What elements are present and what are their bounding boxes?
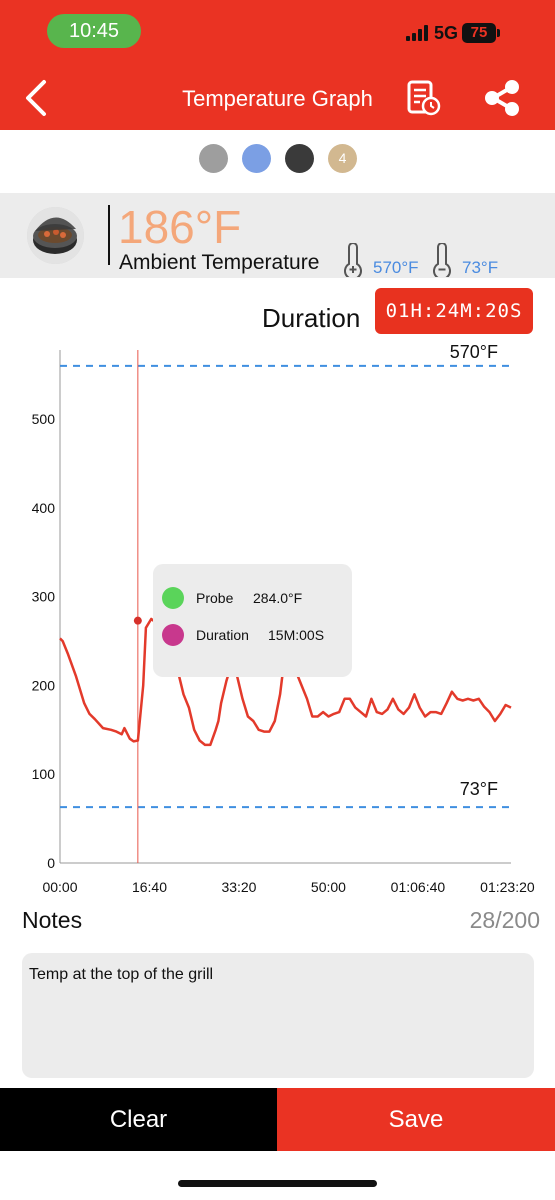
report-clock-icon[interactable] <box>406 80 442 116</box>
thermometer-high-icon <box>344 243 362 277</box>
tooltip-value: 15M:00S <box>268 627 324 643</box>
tooltip-marker <box>162 587 184 609</box>
thermometer-low-icon <box>433 243 451 277</box>
tooltip-label: Probe <box>196 590 234 606</box>
y-tick-label: 200 <box>32 677 56 693</box>
temperature-chart[interactable]: 0 100 200 300 400 500 00:00 16:40 33:20 50:00 01:0… <box>0 340 555 900</box>
high-alarm-value: 570°F <box>373 258 419 277</box>
x-tick-label: 50:00 <box>311 879 346 895</box>
notes-char-count: 28/200 <box>469 907 540 933</box>
x-tick-label: 01:23:20 <box>480 879 535 895</box>
tooltip-label: Duration <box>196 627 249 643</box>
clear-button[interactable]: Clear <box>0 1088 277 1151</box>
grill-icon <box>27 207 84 264</box>
x-tick-label: 01:06:40 <box>391 879 446 895</box>
probe-dot-4[interactable]: 4 <box>328 144 357 173</box>
status-indicators: 5G 75 <box>406 20 501 46</box>
signal-icon <box>406 25 428 41</box>
probe-dot-1[interactable] <box>199 144 228 173</box>
cursor-point <box>133 616 142 625</box>
save-button[interactable]: Save <box>277 1088 555 1151</box>
duration-label: Duration <box>262 303 361 333</box>
share-icon[interactable] <box>483 80 521 116</box>
y-tick-label: 500 <box>32 411 56 427</box>
probe-dot-2[interactable] <box>242 144 271 173</box>
high-alarm-line-label: 570°F <box>450 342 498 362</box>
x-tick-label: 16:40 <box>132 879 167 895</box>
ambient-temperature-label: Ambient Temperature <box>119 251 320 274</box>
y-tick-label: 100 <box>32 766 56 782</box>
network-type: 5G <box>434 22 459 43</box>
probe-selector: 4 <box>199 144 357 173</box>
chart-tooltip <box>153 564 352 677</box>
x-tick-label: 00:00 <box>42 879 77 895</box>
low-alarm-line-label: 73°F <box>460 779 498 799</box>
probe-dot-3[interactable] <box>285 144 314 173</box>
divider <box>108 205 110 265</box>
notes-input[interactable]: Temp at the top of the grill <box>22 953 534 1078</box>
tooltip-value: 284.0°F <box>253 590 302 606</box>
status-time: 10:45 <box>47 14 141 48</box>
tooltip-marker <box>162 624 184 646</box>
page-title: Temperature Graph <box>182 86 373 111</box>
app-header: 10:45 5G 75 Temperature Graph <box>0 0 555 130</box>
low-alarm-value: 73°F <box>462 258 499 277</box>
y-tick-label: 400 <box>32 500 56 516</box>
ambient-temperature-value: 186°F <box>118 201 242 253</box>
y-tick-label: 0 <box>47 855 55 871</box>
duration-value: 01H:24M:20S <box>375 288 533 334</box>
home-indicator <box>178 1180 377 1187</box>
x-tick-label: 33:20 <box>221 879 256 895</box>
battery-icon: 75 <box>462 23 501 43</box>
notes-label: Notes <box>22 907 83 933</box>
y-tick-label: 300 <box>32 589 56 605</box>
